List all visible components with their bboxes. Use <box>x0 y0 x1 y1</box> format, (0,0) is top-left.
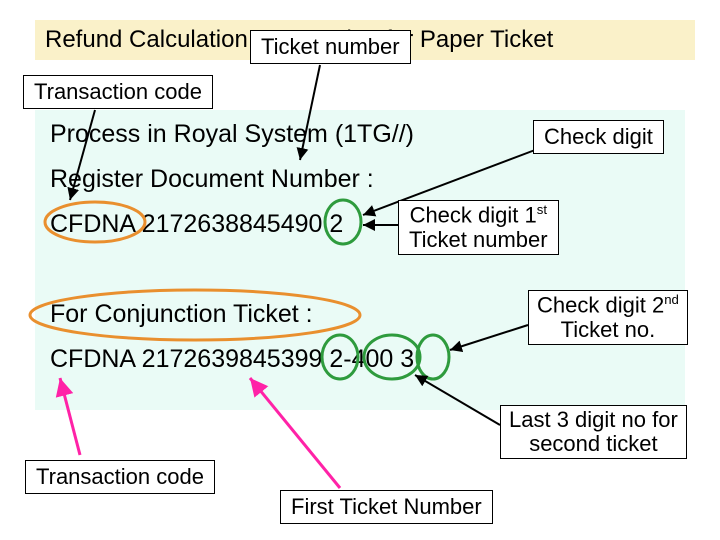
label-first-ticket-number: First Ticket Number <box>280 490 493 524</box>
line-process: Process in Royal System (1TG//) <box>50 120 414 149</box>
cd2-sup: nd <box>664 292 679 307</box>
cd2-line1: Check digit 2 <box>537 292 664 317</box>
cd1-line2: Ticket number <box>409 227 548 252</box>
label-check-digit-2nd: Check digit 2nd Ticket no. <box>528 290 688 345</box>
line-register: Register Document Number : <box>50 165 374 194</box>
label-transaction-code-top: Transaction code <box>23 75 213 109</box>
label-transaction-code-bottom: Transaction code <box>25 460 215 494</box>
line-cfdna-1: CFDNA 2172638845490 2 <box>50 210 343 239</box>
cd1-sup: st <box>537 202 547 217</box>
line-cfdna-2: CFDNA 2172639845399 2-400 3 <box>50 345 414 374</box>
last3-l2: second ticket <box>529 431 657 456</box>
line-conjunction: For Conjunction Ticket : <box>50 300 313 329</box>
label-check-digit: Check digit <box>533 120 664 154</box>
last3-l1: Last 3 digit no for <box>509 407 678 432</box>
label-last-3-digit: Last 3 digit no for second ticket <box>500 405 687 459</box>
cd2-line2: Ticket no. <box>561 317 656 342</box>
cd1-line1: Check digit 1 <box>410 202 537 227</box>
label-check-digit-1st: Check digit 1st Ticket number <box>398 200 559 255</box>
label-ticket-number: Ticket number <box>250 30 411 64</box>
